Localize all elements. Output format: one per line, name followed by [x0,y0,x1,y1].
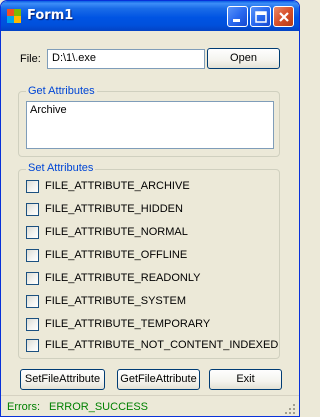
close-icon [279,12,289,22]
get-attributes-title: Get Attributes [26,85,97,97]
get-attributes-output[interactable]: Archive [26,101,274,149]
status-value: ERROR_SUCCESS [49,401,149,413]
checkbox-label: FILE_ATTRIBUTE_OFFLINE [45,249,188,261]
status-label: Errors: [7,401,40,413]
checkbox-label: FILE_ATTRIBUTE_NOT_CONTENT_INDEXED [45,339,279,351]
window-title: Form1 [27,8,74,23]
close-button[interactable] [273,6,294,27]
minimize-icon [233,19,240,22]
checkbox-box[interactable] [26,249,39,262]
main-window: Form1 File: D:\1\.exe Open Get Attribute… [0,0,300,417]
checkbox-box[interactable] [26,226,39,239]
checkbox-label: FILE_ATTRIBUTE_HIDDEN [45,203,183,215]
file-path-input[interactable]: D:\1\.exe [47,49,205,69]
file-label: File: [20,53,41,65]
checkbox-label: FILE_ATTRIBUTE_READONLY [45,272,201,284]
set-attributes-title: Set Attributes [26,162,96,174]
checkbox-box[interactable] [26,180,39,193]
maximize-icon [255,11,267,23]
minimize-button[interactable] [227,6,248,27]
checkbox-label: FILE_ATTRIBUTE_TEMPORARY [45,318,211,330]
set-attributes-group [18,169,280,359]
checkbox-box[interactable] [26,203,39,216]
checkbox-box[interactable] [26,318,39,331]
set-file-attribute-button[interactable]: SetFileAttribute [20,369,105,390]
status-bar: Errors: ERROR_SUCCESS [1,395,299,416]
checkbox-label: FILE_ATTRIBUTE_SYSTEM [45,295,186,307]
checkbox-box[interactable] [26,339,39,352]
windows-form-icon [7,9,21,23]
open-button[interactable]: Open [207,48,280,69]
checkbox-label: FILE_ATTRIBUTE_NORMAL [45,226,188,238]
get-file-attribute-button[interactable]: GetFileAttribute [117,369,200,390]
checkbox-box[interactable] [26,272,39,285]
exit-button[interactable]: Exit [209,369,282,390]
checkbox-label: FILE_ATTRIBUTE_ARCHIVE [45,180,190,192]
maximize-button[interactable] [250,6,271,27]
resize-grip-icon[interactable] [284,403,296,415]
checkbox-box[interactable] [26,295,39,308]
title-bar[interactable]: Form1 [1,1,299,31]
